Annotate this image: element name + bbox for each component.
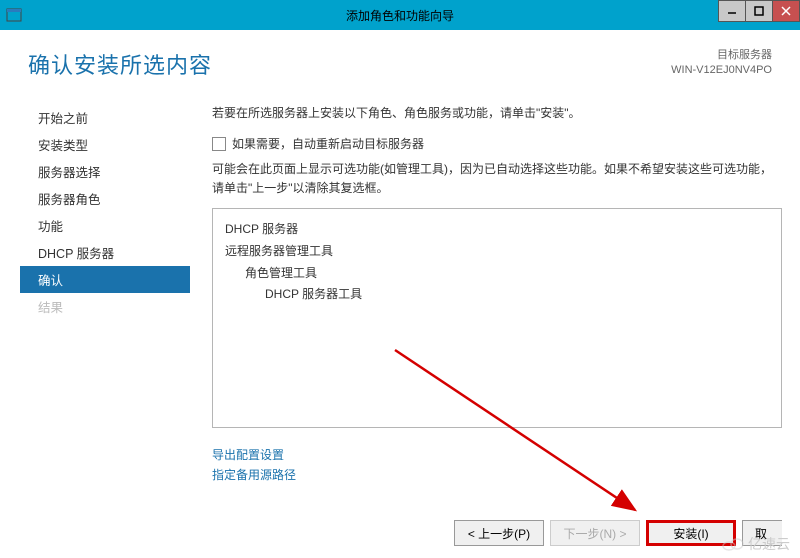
sidebar-item-server-selection[interactable]: 服务器选择	[20, 158, 190, 185]
sidebar-item-confirmation[interactable]: 确认	[20, 266, 190, 293]
content-area: 若要在所选服务器上安装以下角色、角色服务或功能，请单击"安装"。 如果需要，自动…	[190, 104, 782, 485]
wizard-sidebar: 开始之前 安装类型 服务器选择 服务器角色 功能 DHCP 服务器 确认 结果	[20, 104, 190, 485]
window-title: 添加角色和功能向导	[346, 7, 454, 24]
feature-item: DHCP 服务器	[225, 219, 769, 241]
restart-checkbox-label: 如果需要，自动重新启动目标服务器	[232, 135, 424, 152]
sidebar-item-results: 结果	[20, 293, 190, 320]
feature-item: 角色管理工具	[225, 263, 769, 285]
header: 确认安装所选内容 目标服务器 WIN-V12EJ0NV4PO	[0, 30, 800, 80]
sidebar-item-server-roles[interactable]: 服务器角色	[20, 185, 190, 212]
target-server-info: 目标服务器 WIN-V12EJ0NV4PO	[671, 48, 772, 79]
previous-button[interactable]: < 上一步(P)	[454, 520, 544, 546]
feature-item: DHCP 服务器工具	[225, 284, 769, 306]
titlebar: 添加角色和功能向导	[0, 0, 800, 30]
next-button: 下一步(N) >	[550, 520, 640, 546]
restart-checkbox-row: 如果需要，自动重新启动目标服务器	[212, 135, 782, 152]
links-area: 导出配置设置 指定备用源路径	[212, 446, 782, 484]
target-server-name: WIN-V12EJ0NV4PO	[671, 63, 772, 78]
export-config-link[interactable]: 导出配置设置	[212, 446, 782, 465]
page-title: 确认安装所选内容	[28, 48, 212, 80]
window-controls	[719, 0, 800, 22]
feature-item: 远程服务器管理工具	[225, 241, 769, 263]
sidebar-item-installation-type[interactable]: 安装类型	[20, 131, 190, 158]
sidebar-item-features[interactable]: 功能	[20, 212, 190, 239]
intro-text: 若要在所选服务器上安装以下角色、角色服务或功能，请单击"安装"。	[212, 104, 782, 121]
cancel-button[interactable]: 取	[742, 520, 782, 546]
maximize-button[interactable]	[745, 0, 773, 22]
features-list: DHCP 服务器 远程服务器管理工具 角色管理工具 DHCP 服务器工具	[212, 208, 782, 428]
sidebar-item-dhcp-server[interactable]: DHCP 服务器	[20, 239, 190, 266]
minimize-button[interactable]	[718, 0, 746, 22]
install-button[interactable]: 安装(I)	[646, 520, 736, 546]
target-label: 目标服务器	[671, 48, 772, 63]
optional-features-note: 可能会在此页面上显示可选功能(如管理工具)，因为已自动选择这些功能。如果不希望安…	[212, 160, 782, 198]
app-icon	[6, 7, 22, 23]
restart-checkbox[interactable]	[212, 137, 226, 151]
sidebar-item-before-you-begin[interactable]: 开始之前	[20, 104, 190, 131]
close-button[interactable]	[772, 0, 800, 22]
wizard-buttons: < 上一步(P) 下一步(N) > 安装(I) 取	[454, 520, 782, 546]
alt-source-link[interactable]: 指定备用源路径	[212, 466, 782, 485]
